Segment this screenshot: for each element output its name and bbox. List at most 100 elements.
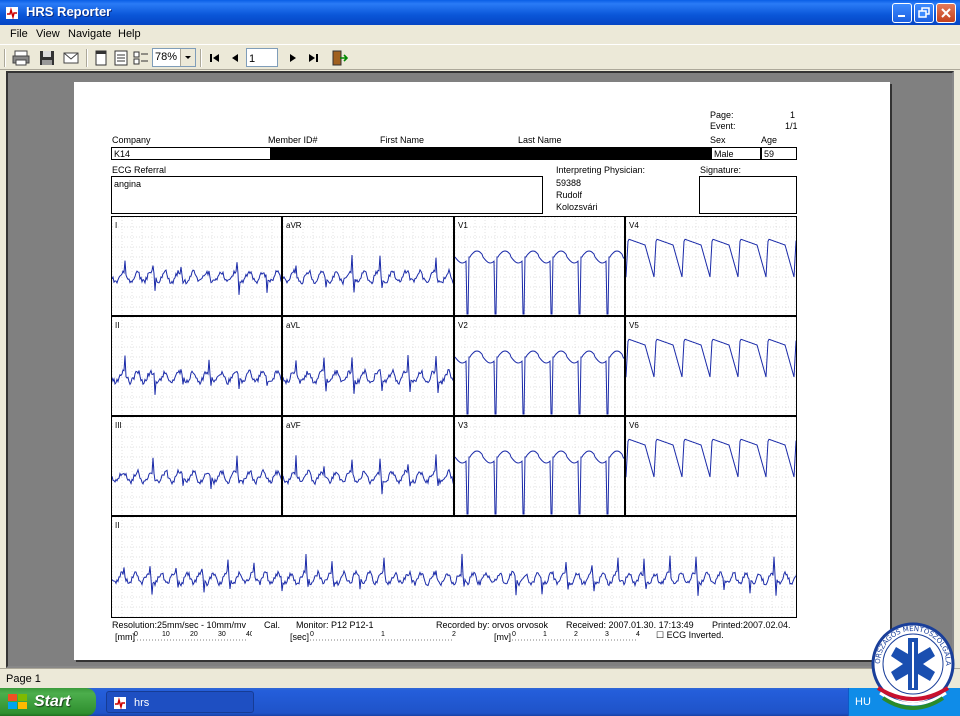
window-title: HRS Reporter (26, 4, 112, 19)
menu-view[interactable]: View (36, 28, 60, 40)
lead-panel-v1: V1 (454, 216, 625, 316)
lead-trace-ii (112, 317, 281, 415)
mv-scale-label: [mv] (494, 632, 511, 642)
taskbar-item-hrs[interactable]: hrs (106, 691, 254, 713)
lead-label-ii: II (115, 321, 120, 330)
multi-page-icon[interactable] (132, 49, 150, 67)
referral-value: angina (114, 179, 142, 189)
lead-trace-avr (283, 217, 453, 315)
mm-scale-tick: 40 (246, 631, 252, 638)
signature-label: Signature: (700, 165, 742, 175)
minimize-button[interactable] (892, 3, 912, 23)
company-label: Company (112, 135, 151, 145)
rhythm-strip: II (111, 516, 797, 618)
sec-scale-tick: 2 (452, 631, 456, 638)
next-page-icon[interactable] (284, 49, 302, 67)
page-value: 1 (790, 110, 796, 120)
close-icon (941, 8, 951, 18)
ecg-inverted-label: ECG Inverted. (666, 630, 724, 640)
redacted-identity (271, 147, 711, 160)
status-page: Page 1 (6, 673, 41, 685)
company-value: K14 (114, 149, 131, 159)
mv-scale: 0 1 2 3 4 (512, 631, 640, 641)
lead-panel-avl: aVL (282, 316, 454, 416)
mm-scale-tick: 20 (190, 631, 198, 638)
footer-printed: Printed:2007.02.04. (712, 620, 791, 630)
minimize-icon (898, 15, 905, 17)
referral-label: ECG Referral (112, 165, 167, 175)
sec-scale-label: [sec] (290, 632, 310, 642)
last-name-label: Last Name (518, 135, 562, 145)
app-window: HRS Reporter File View Navigate Help 78% (0, 0, 960, 688)
zoom-select[interactable]: 78% (152, 48, 196, 67)
email-icon[interactable] (62, 49, 80, 67)
lead-trace-avf (283, 417, 453, 515)
mv-scale-tick: 3 (605, 631, 609, 638)
menu-navigate[interactable]: Navigate (68, 28, 111, 40)
start-label: Start (34, 693, 71, 710)
close-button[interactable] (936, 3, 956, 23)
single-page-icon[interactable] (92, 49, 110, 67)
status-bar: Page 1 (0, 668, 960, 688)
lead-trace-v4 (626, 217, 796, 315)
app-icon (114, 697, 126, 710)
toolbar-separator (200, 49, 202, 67)
sec-scale: 0 1 2 (310, 631, 456, 641)
lead-trace-v5 (626, 317, 796, 415)
menu-help[interactable]: Help (118, 28, 141, 40)
physician-label: Interpreting Physician: (556, 165, 646, 175)
event-label: Event: (710, 121, 736, 131)
event-value: 1/1 (785, 121, 798, 131)
lead-panel-i: I (111, 216, 282, 316)
age-value: 59 (764, 149, 775, 159)
sex-label: Sex (710, 135, 726, 145)
last-page-icon[interactable] (304, 49, 322, 67)
rhythm-trace (112, 517, 796, 617)
two-page-icon[interactable] (112, 49, 130, 67)
lead-panel-v6: V6 (625, 416, 797, 516)
lead-label-v1: V1 (458, 221, 468, 230)
first-page-icon[interactable] (206, 49, 224, 67)
physician-line-3: Kolozsvári (556, 202, 598, 212)
zoom-dropdown-button[interactable] (180, 49, 195, 66)
language-indicator[interactable]: HU (855, 696, 871, 708)
lead-panel-iii: III (111, 416, 282, 516)
lead-panel-v4: V4 (625, 216, 797, 316)
lead-label-v2: V2 (458, 321, 468, 330)
title-bar[interactable]: HRS Reporter (0, 0, 960, 25)
sex-value: Male (714, 149, 734, 159)
previous-page-icon[interactable] (226, 49, 244, 67)
mv-scale-tick: 1 (543, 631, 547, 638)
exit-icon[interactable] (330, 49, 348, 67)
maximize-button[interactable] (914, 3, 934, 23)
lead-label-v5: V5 (629, 321, 639, 330)
ecg-report-page: Page: 1 Event: 1/1 Company Member ID# Fi… (74, 82, 890, 660)
lead-trace-iii (112, 417, 281, 515)
start-button[interactable]: Start (0, 688, 96, 716)
lead-trace-v1 (455, 217, 624, 315)
lead-label-avl: aVL (286, 321, 301, 330)
chevron-down-icon (185, 56, 191, 59)
signature-box (699, 176, 797, 214)
rhythm-lead-label: II (115, 521, 120, 530)
lead-label-iii: III (115, 421, 122, 430)
menu-file[interactable]: File (10, 28, 28, 40)
mv-scale-tick: 0 (512, 631, 516, 638)
sex-field: Male (711, 147, 761, 160)
taskbar-item-label: hrs (134, 697, 150, 709)
save-icon[interactable] (38, 49, 56, 67)
sec-scale-tick: 1 (381, 631, 385, 638)
referral-field: angina (111, 176, 543, 214)
mm-scale-tick: 0 (134, 631, 138, 638)
app-icon (6, 7, 18, 20)
print-icon[interactable] (12, 49, 30, 67)
lead-panel-ii: II (111, 316, 282, 416)
ecg-inverted-checkbox[interactable]: ☐ ECG Inverted. (656, 630, 724, 641)
lead-trace-v6 (626, 417, 796, 515)
lead-label-v4: V4 (629, 221, 639, 230)
lead-label-v6: V6 (629, 421, 639, 430)
mv-scale-tick: 2 (574, 631, 578, 638)
page-number-input[interactable] (246, 48, 278, 67)
toolbar-separator (86, 49, 88, 67)
age-field: 59 (761, 147, 797, 160)
